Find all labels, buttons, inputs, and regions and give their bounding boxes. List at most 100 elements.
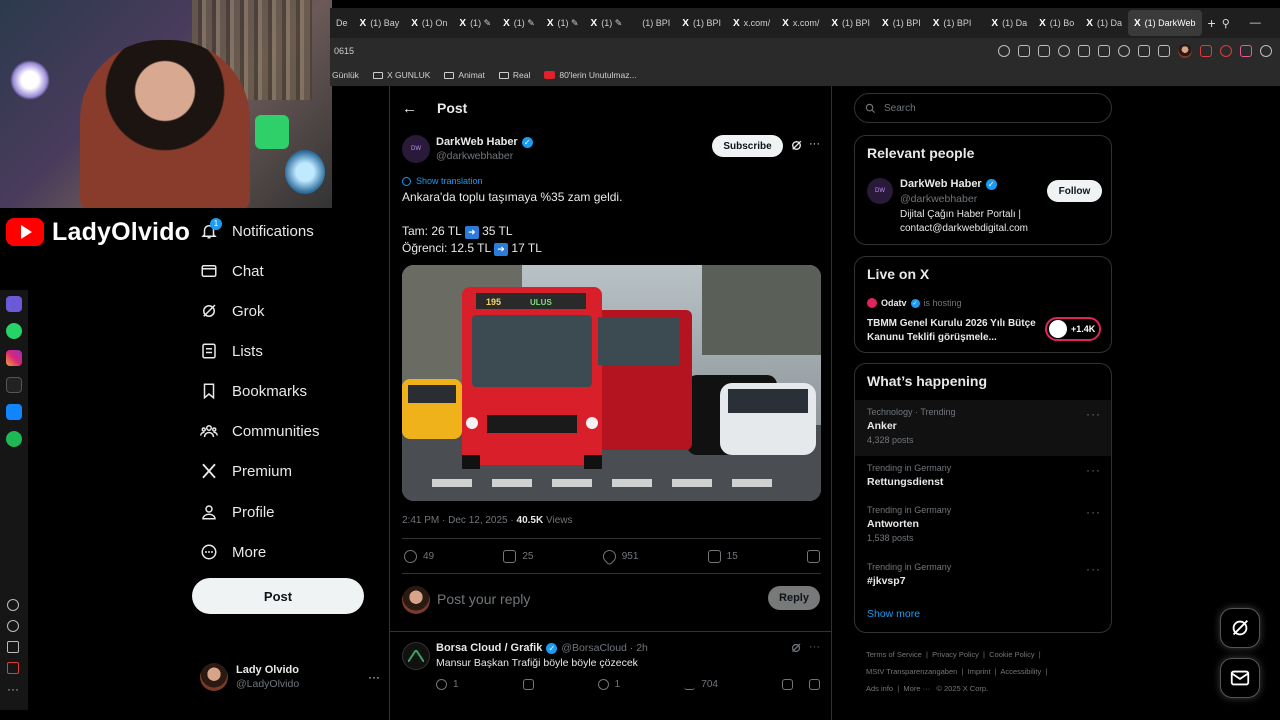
browser-tab[interactable]: X (1) BPI <box>927 10 978 36</box>
bookmark-folder[interactable]: X GUNLUK <box>372 70 430 80</box>
live-listeners[interactable]: +1.4K <box>1045 317 1101 341</box>
footer-link[interactable]: Accessibility <box>1000 667 1041 676</box>
new-tab-plus-icon[interactable]: + <box>1202 10 1222 36</box>
trend-item[interactable]: Technology · Trending Anker 4,328 posts … <box>855 400 1111 456</box>
tweet-image[interactable]: 195 ULUS <box>402 265 821 501</box>
footer-link[interactable]: Ads info <box>866 684 893 693</box>
live-title[interactable]: TBMM Genel Kurulu 2026 Yılı Bütçe Kanunu… <box>867 317 1037 345</box>
browser-tab[interactable]: X (1) BPI <box>876 10 927 36</box>
bluesky-icon[interactable] <box>6 404 22 420</box>
nav-more[interactable]: More <box>200 537 266 567</box>
edit-icon[interactable] <box>1018 45 1030 57</box>
footer-link[interactable]: Privacy Policy <box>932 650 979 659</box>
author-avatar[interactable]: DW <box>402 135 430 163</box>
more-dots-icon[interactable]: ··· <box>7 682 19 696</box>
download-icon[interactable] <box>7 641 19 653</box>
browser-tab[interactable]: X (1) Bo <box>1033 10 1080 36</box>
browser-tab[interactable]: X (1) BPI <box>676 10 727 36</box>
browser-tab[interactable]: X (1) On <box>405 10 453 36</box>
post-button[interactable]: Post <box>192 578 364 614</box>
extension-icon[interactable] <box>1220 45 1232 57</box>
show-more-link[interactable]: Show more <box>867 608 920 620</box>
bookmark-folder[interactable]: Animat <box>444 70 485 80</box>
browser-tab[interactable]: (1) BPI <box>636 10 676 36</box>
nav-notifications[interactable]: 1 Notifications <box>200 216 314 246</box>
follow-button[interactable]: Follow <box>1047 180 1102 202</box>
subscribe-button[interactable]: Subscribe <box>712 135 783 157</box>
instagram-icon[interactable] <box>6 350 22 366</box>
zoom-icon[interactable] <box>998 45 1010 57</box>
nav-communities[interactable]: Communities <box>200 416 320 446</box>
bookmark-item[interactable]: 80'lerin Unutulmaz... <box>544 70 637 80</box>
relevant-handle[interactable]: @darkwebhaber <box>900 193 977 205</box>
browser-tab-active[interactable]: X (1) DarkWeb <box>1127 10 1202 36</box>
footer-link[interactable]: Imprint <box>968 667 991 676</box>
trend-item[interactable]: Trending in Germany Rettungsdienst ··· <box>855 463 1111 488</box>
shield-icon[interactable] <box>1058 45 1070 57</box>
extensions-puzzle-icon[interactable] <box>1260 45 1272 57</box>
browser-tab[interactable]: X (1) BPI <box>825 10 876 36</box>
extension-icon[interactable] <box>1200 45 1212 57</box>
footer-link[interactable]: Terms of Service <box>866 650 922 659</box>
browser-tab[interactable]: X (1) ✎ <box>585 10 629 36</box>
profile-avatar-icon[interactable] <box>1178 44 1192 58</box>
browser-tab[interactable]: X (1) ✎ <box>497 10 541 36</box>
youtube-icon[interactable] <box>7 662 19 674</box>
url-field[interactable]: 0615 <box>334 46 354 56</box>
author-handle[interactable]: @darkwebhaber <box>436 150 533 162</box>
more-dots-icon[interactable]: ··· <box>1086 407 1101 421</box>
nav-chat[interactable]: Chat <box>200 256 264 286</box>
live-host[interactable]: Odatv ✓ is hosting <box>867 298 962 308</box>
messages-fab-button[interactable] <box>1220 658 1260 698</box>
send-icon[interactable] <box>1098 45 1110 57</box>
relevant-name[interactable]: DarkWeb Haber <box>900 178 982 190</box>
heart-icon[interactable] <box>1118 45 1130 57</box>
browser-tab[interactable]: X (1) Da <box>985 10 1033 36</box>
clock-icon[interactable] <box>7 620 19 632</box>
like-action[interactable]: 951 <box>600 547 638 566</box>
search-tabs-icon[interactable]: ⚲ <box>1222 17 1230 30</box>
camera-icon[interactable] <box>1038 45 1050 57</box>
reply-author-avatar[interactable] <box>402 642 430 670</box>
more-dots-icon[interactable]: ··· <box>368 670 380 684</box>
footer-link[interactable]: More ··· <box>903 684 930 693</box>
reply-action[interactable]: 49 <box>404 550 434 563</box>
reply-author-handle[interactable]: @BorsaCloud · 2h <box>561 642 648 654</box>
grok-icon[interactable] <box>790 139 803 152</box>
nav-profile[interactable]: Profile <box>200 497 275 527</box>
footer-link[interactable]: MStV Transparenzangaben <box>866 667 957 676</box>
browser-tab[interactable]: De <box>330 10 354 36</box>
more-dots-icon[interactable]: ··· <box>1086 463 1101 477</box>
browser-tab[interactable]: X (1) ✎ <box>541 10 585 36</box>
views-action[interactable]: 704 <box>684 679 718 690</box>
nav-premium[interactable]: Premium <box>200 456 292 486</box>
account-switcher[interactable]: Lady Olvido @LadyOlvido ··· <box>200 660 380 694</box>
translate-icon[interactable] <box>1078 45 1090 57</box>
browser-tab[interactable]: X (1) Da <box>1080 10 1128 36</box>
browser-tab[interactable]: X (1) ✎ <box>453 10 497 36</box>
repost-action[interactable]: 25 <box>503 550 533 563</box>
grok-icon[interactable] <box>790 642 802 654</box>
nav-grok[interactable]: Grok <box>200 296 265 326</box>
repost-action[interactable] <box>522 679 534 690</box>
back-arrow-icon[interactable]: ← <box>402 100 417 117</box>
trend-item[interactable]: Trending in Germany #jkvsp7 ··· <box>855 562 1111 587</box>
extension-icon[interactable] <box>1240 45 1252 57</box>
nav-bookmarks[interactable]: Bookmarks <box>200 376 307 406</box>
reply-button[interactable]: Reply <box>768 586 820 610</box>
app-icon[interactable] <box>6 296 22 312</box>
browser-tab[interactable]: X (1) Bay <box>354 10 406 36</box>
show-translation-link[interactable]: Show translation <box>402 176 483 186</box>
reply-action[interactable]: 1 <box>436 679 459 690</box>
nav-lists[interactable]: Lists <box>200 336 263 366</box>
trend-item[interactable]: Trending in Germany Antworten 1,538 post… <box>855 505 1111 543</box>
whatsapp-icon[interactable] <box>6 323 22 339</box>
bookmark-action[interactable]: 15 <box>707 550 738 563</box>
share-icon[interactable] <box>809 679 820 690</box>
download-icon[interactable] <box>1138 45 1150 57</box>
reply-input[interactable]: Post your reply <box>437 591 530 607</box>
minimize-icon[interactable]: — <box>1250 17 1261 29</box>
footer-link[interactable]: Cookie Policy <box>989 650 1034 659</box>
x-app-icon[interactable] <box>6 377 22 393</box>
more-dots-icon[interactable]: ··· <box>1086 562 1101 576</box>
